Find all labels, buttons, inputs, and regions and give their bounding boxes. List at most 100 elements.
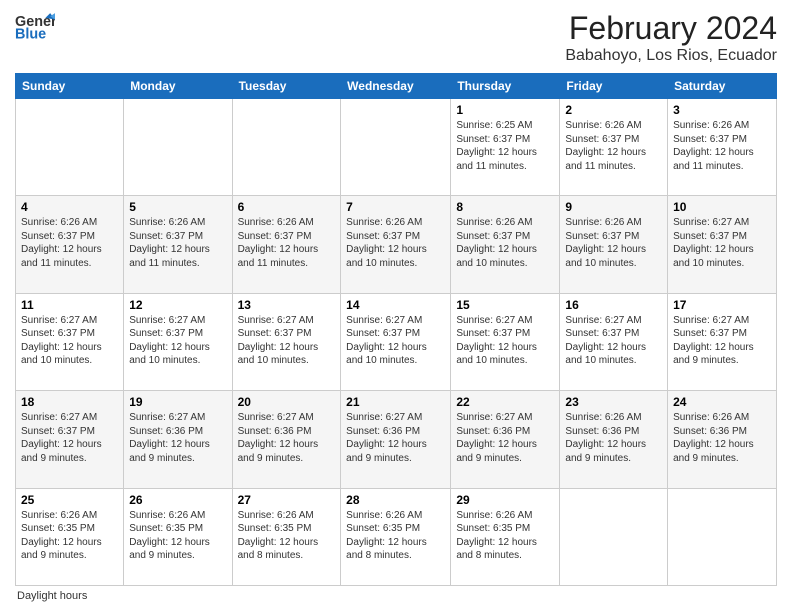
calendar-cell: 2 Sunrise: 6:26 AM Sunset: 6:37 PM Daylig… xyxy=(560,99,668,196)
day-info: Sunrise: 6:27 AM Sunset: 6:36 PM Dayligh… xyxy=(456,411,554,465)
day-number: 28 xyxy=(346,493,445,507)
calendar-cell: 1 Sunrise: 6:25 AM Sunset: 6:37 PM Daylig… xyxy=(451,99,560,196)
calendar-week-row: 25Sunrise: 6:26 AM Sunset: 6:35 PM Dayli… xyxy=(16,488,777,585)
day-number: 27 xyxy=(238,493,336,507)
calendar-cell xyxy=(124,99,232,196)
logo: General Blue xyxy=(15,10,55,45)
day-info: Sunrise: 6:27 AM Sunset: 6:37 PM Dayligh… xyxy=(129,314,226,368)
calendar-cell: 11 Sunrise: 6:27 AM Sunset: 6:37 PM Dayli… xyxy=(16,293,124,390)
day-number: 23 xyxy=(565,395,662,409)
day-info: Sunrise: 6:27 AM Sunset: 6:37 PM Dayligh… xyxy=(238,314,336,368)
day-number: 4 xyxy=(21,200,118,214)
calendar-cell: 12 Sunrise: 6:27 AM Sunset: 6:37 PM Dayli… xyxy=(124,293,232,390)
day-number: 9 xyxy=(565,200,662,214)
day-info: Sunrise: 6:26 AM Sunset: 6:37 PM Dayligh… xyxy=(238,216,336,270)
day-info: Sunrise: 6:27 AM Sunset: 6:37 PM Dayligh… xyxy=(21,314,118,368)
day-info: Sunrise: 6:26 AM Sunset: 6:37 PM Dayligh… xyxy=(456,216,554,270)
calendar-cell: 17 Sunrise: 6:27 AM Sunset: 6:37 PM Dayli… xyxy=(668,293,777,390)
day-info: Sunrise: 6:26 AM Sunset: 6:36 PM Dayligh… xyxy=(673,411,771,465)
calendar-cell: 18Sunrise: 6:27 AM Sunset: 6:37 PM Dayli… xyxy=(16,391,124,488)
day-number: 3 xyxy=(673,103,771,117)
calendar-day-header: Tuesday xyxy=(232,74,341,99)
calendar-cell xyxy=(16,99,124,196)
day-info: Sunrise: 6:27 AM Sunset: 6:36 PM Dayligh… xyxy=(238,411,336,465)
day-info: Sunrise: 6:27 AM Sunset: 6:37 PM Dayligh… xyxy=(673,314,771,368)
calendar-day-header: Friday xyxy=(560,74,668,99)
calendar-cell: 6Sunrise: 6:26 AM Sunset: 6:37 PM Daylig… xyxy=(232,196,341,293)
calendar-cell: 23 Sunrise: 6:26 AM Sunset: 6:36 PM Dayli… xyxy=(560,391,668,488)
calendar-cell: 21Sunrise: 6:27 AM Sunset: 6:36 PM Dayli… xyxy=(341,391,451,488)
calendar-cell: 5 Sunrise: 6:26 AM Sunset: 6:37 PM Daylig… xyxy=(124,196,232,293)
day-number: 1 xyxy=(456,103,554,117)
calendar-cell: 10Sunrise: 6:27 AM Sunset: 6:37 PM Dayli… xyxy=(668,196,777,293)
day-info: Sunrise: 6:26 AM Sunset: 6:37 PM Dayligh… xyxy=(346,216,445,270)
day-number: 19 xyxy=(129,395,226,409)
day-number: 17 xyxy=(673,298,771,312)
calendar-day-header: Saturday xyxy=(668,74,777,99)
logo-icon: General Blue xyxy=(15,10,55,45)
day-info: Sunrise: 6:26 AM Sunset: 6:36 PM Dayligh… xyxy=(565,411,662,465)
day-number: 16 xyxy=(565,298,662,312)
calendar-cell: 3 Sunrise: 6:26 AM Sunset: 6:37 PM Daylig… xyxy=(668,99,777,196)
day-number: 29 xyxy=(456,493,554,507)
day-info: Sunrise: 6:26 AM Sunset: 6:37 PM Dayligh… xyxy=(565,216,662,270)
day-number: 14 xyxy=(346,298,445,312)
day-info: Sunrise: 6:26 AM Sunset: 6:35 PM Dayligh… xyxy=(21,509,118,563)
day-number: 22 xyxy=(456,395,554,409)
day-info: Sunrise: 6:27 AM Sunset: 6:37 PM Dayligh… xyxy=(565,314,662,368)
calendar-week-row: 11 Sunrise: 6:27 AM Sunset: 6:37 PM Dayli… xyxy=(16,293,777,390)
calendar-day-header: Thursday xyxy=(451,74,560,99)
day-number: 8 xyxy=(456,200,554,214)
header: General Blue February 2024 Babahoyo, Los… xyxy=(15,10,777,65)
calendar-day-header: Monday xyxy=(124,74,232,99)
calendar-cell: 4 Sunrise: 6:26 AM Sunset: 6:37 PM Daylig… xyxy=(16,196,124,293)
calendar-cell: 13 Sunrise: 6:27 AM Sunset: 6:37 PM Dayli… xyxy=(232,293,341,390)
sub-title: Babahoyo, Los Rios, Ecuador xyxy=(565,47,777,65)
footer-note: Daylight hours xyxy=(15,590,777,602)
calendar-cell: 29 Sunrise: 6:26 AM Sunset: 6:35 PM Dayli… xyxy=(451,488,560,585)
day-number: 11 xyxy=(21,298,118,312)
day-number: 15 xyxy=(456,298,554,312)
calendar-cell xyxy=(232,99,341,196)
main-title: February 2024 xyxy=(565,10,777,47)
day-number: 21 xyxy=(346,395,445,409)
day-number: 13 xyxy=(238,298,336,312)
day-info: Sunrise: 6:26 AM Sunset: 6:35 PM Dayligh… xyxy=(346,509,445,563)
day-info: Sunrise: 6:26 AM Sunset: 6:37 PM Dayligh… xyxy=(673,119,771,173)
calendar-table: SundayMondayTuesdayWednesdayThursdayFrid… xyxy=(15,73,777,586)
day-number: 5 xyxy=(129,200,226,214)
day-info: Sunrise: 6:26 AM Sunset: 6:37 PM Dayligh… xyxy=(565,119,662,173)
day-number: 2 xyxy=(565,103,662,117)
calendar-week-row: 1 Sunrise: 6:25 AM Sunset: 6:37 PM Daylig… xyxy=(16,99,777,196)
day-info: Sunrise: 6:26 AM Sunset: 6:35 PM Dayligh… xyxy=(456,509,554,563)
day-number: 20 xyxy=(238,395,336,409)
calendar-day-header: Wednesday xyxy=(341,74,451,99)
day-info: Sunrise: 6:25 AM Sunset: 6:37 PM Dayligh… xyxy=(456,119,554,173)
day-info: Sunrise: 6:27 AM Sunset: 6:37 PM Dayligh… xyxy=(456,314,554,368)
calendar-day-header: Sunday xyxy=(16,74,124,99)
calendar-week-row: 4 Sunrise: 6:26 AM Sunset: 6:37 PM Daylig… xyxy=(16,196,777,293)
day-info: Sunrise: 6:26 AM Sunset: 6:35 PM Dayligh… xyxy=(129,509,226,563)
calendar-cell: 26Sunrise: 6:26 AM Sunset: 6:35 PM Dayli… xyxy=(124,488,232,585)
calendar-cell: 19Sunrise: 6:27 AM Sunset: 6:36 PM Dayli… xyxy=(124,391,232,488)
calendar-cell: 8 Sunrise: 6:26 AM Sunset: 6:37 PM Daylig… xyxy=(451,196,560,293)
calendar-cell: 25Sunrise: 6:26 AM Sunset: 6:35 PM Dayli… xyxy=(16,488,124,585)
calendar-cell: 14 Sunrise: 6:27 AM Sunset: 6:37 PM Dayli… xyxy=(341,293,451,390)
calendar-cell xyxy=(341,99,451,196)
calendar-week-row: 18Sunrise: 6:27 AM Sunset: 6:37 PM Dayli… xyxy=(16,391,777,488)
day-number: 7 xyxy=(346,200,445,214)
day-info: Sunrise: 6:26 AM Sunset: 6:37 PM Dayligh… xyxy=(21,216,118,270)
calendar-cell: 20 Sunrise: 6:27 AM Sunset: 6:36 PM Dayli… xyxy=(232,391,341,488)
day-info: Sunrise: 6:27 AM Sunset: 6:37 PM Dayligh… xyxy=(21,411,118,465)
day-number: 12 xyxy=(129,298,226,312)
title-block: February 2024 Babahoyo, Los Rios, Ecuado… xyxy=(565,10,777,65)
day-info: Sunrise: 6:26 AM Sunset: 6:35 PM Dayligh… xyxy=(238,509,336,563)
day-number: 24 xyxy=(673,395,771,409)
day-info: Sunrise: 6:27 AM Sunset: 6:37 PM Dayligh… xyxy=(346,314,445,368)
calendar-cell: 7 Sunrise: 6:26 AM Sunset: 6:37 PM Daylig… xyxy=(341,196,451,293)
day-info: Sunrise: 6:27 AM Sunset: 6:37 PM Dayligh… xyxy=(673,216,771,270)
day-info: Sunrise: 6:26 AM Sunset: 6:37 PM Dayligh… xyxy=(129,216,226,270)
calendar-cell: 27 Sunrise: 6:26 AM Sunset: 6:35 PM Dayli… xyxy=(232,488,341,585)
calendar-header-row: SundayMondayTuesdayWednesdayThursdayFrid… xyxy=(16,74,777,99)
calendar-cell xyxy=(560,488,668,585)
